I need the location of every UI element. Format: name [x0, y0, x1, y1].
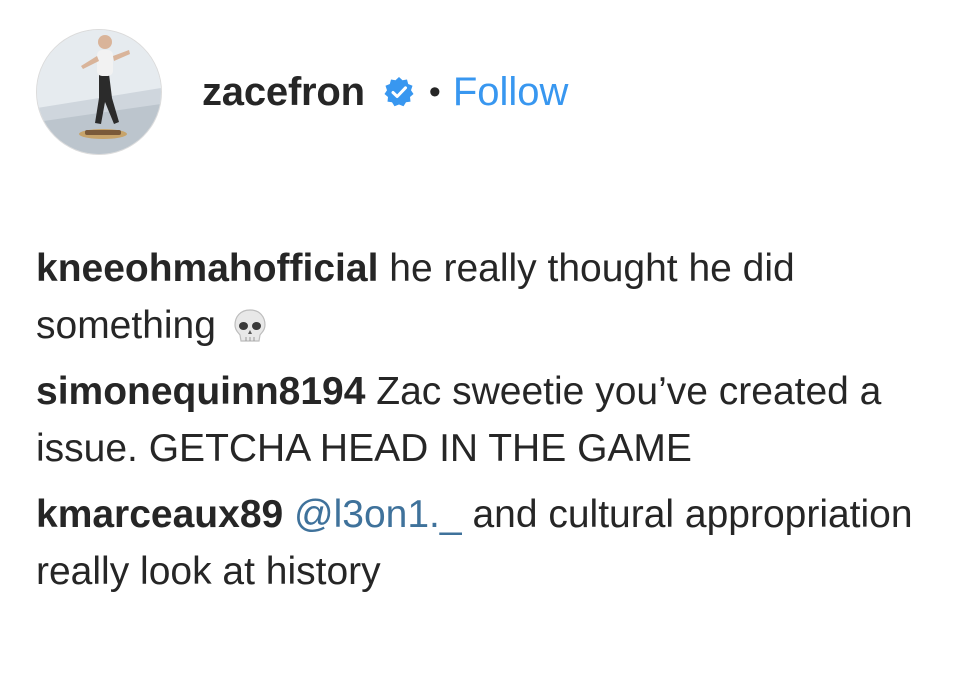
post-header: zacefron • Follow — [36, 28, 568, 156]
verified-badge-icon — [383, 76, 415, 108]
profile-avatar[interactable] — [36, 29, 162, 155]
header-text: zacefron • Follow — [202, 72, 568, 112]
comments-list: kneeohmahofficial he really thought he d… — [36, 240, 936, 609]
comment-item: kmarceaux89 @l3on1._ and cultural approp… — [36, 486, 936, 600]
comment-item: simonequinn8194 Zac sweetie you’ve creat… — [36, 363, 936, 477]
skull-icon — [231, 308, 269, 344]
separator-dot: • — [428, 73, 441, 111]
avatar-photo-icon — [37, 30, 161, 154]
comment-item: kneeohmahofficial he really thought he d… — [36, 240, 936, 354]
comment-mention-link[interactable]: @l3on1._ — [294, 493, 462, 536]
comment-author[interactable]: simonequinn8194 — [36, 370, 365, 413]
post-author-username[interactable]: zacefron — [202, 72, 365, 112]
comment-author[interactable]: kmarceaux89 — [36, 493, 283, 536]
comment-author[interactable]: kneeohmahofficial — [36, 247, 378, 290]
follow-button[interactable]: Follow — [453, 72, 569, 112]
